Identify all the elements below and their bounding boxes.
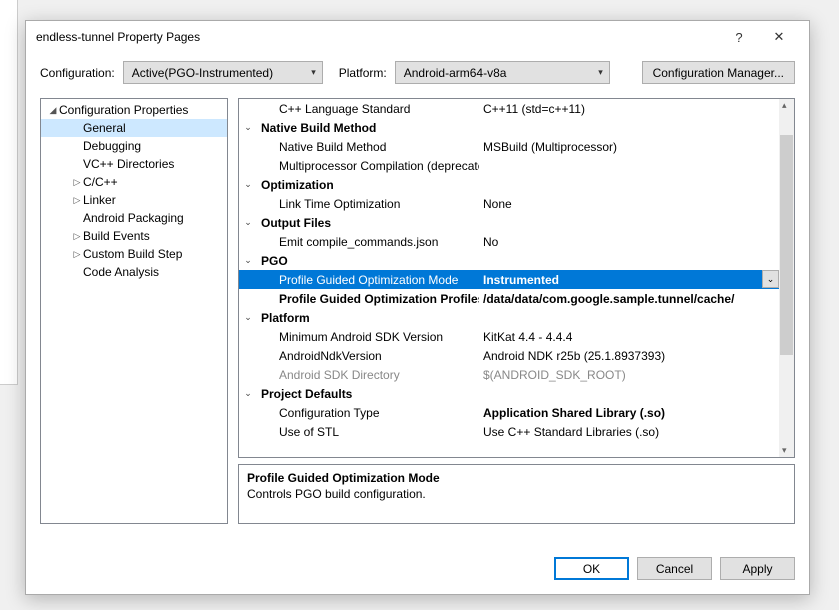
tree-item-debugging[interactable]: ▷Debugging <box>41 137 227 155</box>
description-text: Controls PGO build configuration. <box>247 487 786 501</box>
configuration-manager-button[interactable]: Configuration Manager... <box>642 61 795 84</box>
property-name: Profile Guided Optimization Profiles <box>257 292 479 306</box>
expand-icon[interactable]: ⌄ <box>239 255 257 266</box>
property-name: Platform <box>257 311 479 325</box>
description-title: Profile Guided Optimization Mode <box>247 471 786 485</box>
description-panel: Profile Guided Optimization Mode Control… <box>238 464 795 524</box>
property-row[interactable]: Configuration TypeApplication Shared Lib… <box>239 403 779 422</box>
apply-button[interactable]: Apply <box>720 557 795 580</box>
property-value: Instrumented <box>479 273 779 287</box>
window-title: endless-tunnel Property Pages <box>36 30 719 44</box>
property-name: Multiprocessor Compilation (deprecated) <box>257 159 479 173</box>
nav-tree[interactable]: ◢ Configuration Properties ▷General ▷Deb… <box>40 98 228 524</box>
property-name: Android SDK Directory <box>257 368 479 382</box>
property-grid-wrap: C++ Language StandardC++11 (std=c++11)⌄N… <box>238 98 795 524</box>
property-value: Application Shared Library (.so) <box>479 406 779 420</box>
main-area: ◢ Configuration Properties ▷General ▷Deb… <box>26 98 809 524</box>
vertical-scrollbar[interactable] <box>779 99 794 457</box>
property-name: Emit compile_commands.json <box>257 235 479 249</box>
property-name: Profile Guided Optimization Mode <box>257 273 479 287</box>
property-row[interactable]: Native Build MethodMSBuild (Multiprocess… <box>239 137 779 156</box>
close-button[interactable]: ✕ <box>759 29 799 45</box>
expand-icon[interactable]: ▷ <box>71 231 83 242</box>
tree-root[interactable]: ◢ Configuration Properties <box>41 101 227 119</box>
property-name: Project Defaults <box>257 387 479 401</box>
property-name: Optimization <box>257 178 479 192</box>
expand-icon[interactable]: ▷ <box>71 249 83 260</box>
property-row[interactable]: Minimum Android SDK VersionKitKat 4.4 - … <box>239 327 779 346</box>
property-value: Android NDK r25b (25.1.8937393) <box>479 349 779 363</box>
config-toolbar: Configuration: Active(PGO-Instrumented) … <box>26 53 809 98</box>
property-row[interactable]: Link Time OptimizationNone <box>239 194 779 213</box>
tree-item-general[interactable]: ▷General <box>41 119 227 137</box>
configuration-combo[interactable]: Active(PGO-Instrumented) ▾ <box>123 61 323 84</box>
property-value: C++11 (std=c++11) <box>479 102 779 116</box>
platform-combo[interactable]: Android-arm64-v8a ▾ <box>395 61 610 84</box>
tree-item-linker[interactable]: ▷Linker <box>41 191 227 209</box>
chevron-down-icon: ▾ <box>311 67 316 78</box>
property-name: Use of STL <box>257 425 479 439</box>
expand-icon[interactable]: ⌄ <box>239 122 257 133</box>
property-row[interactable]: C++ Language StandardC++11 (std=c++11) <box>239 99 779 118</box>
property-value: /data/data/com.google.sample.tunnel/cach… <box>479 292 779 306</box>
property-name: Output Files <box>257 216 479 230</box>
background-panel <box>0 0 18 385</box>
property-grid[interactable]: C++ Language StandardC++11 (std=c++11)⌄N… <box>238 98 795 458</box>
property-group[interactable]: ⌄Project Defaults <box>239 384 779 403</box>
ok-button[interactable]: OK <box>554 557 629 580</box>
platform-value: Android-arm64-v8a <box>404 66 507 80</box>
property-value: KitKat 4.4 - 4.4.4 <box>479 330 779 344</box>
property-name: Link Time Optimization <box>257 197 479 211</box>
property-value: Use C++ Standard Libraries (.so) <box>479 425 779 439</box>
dropdown-button[interactable]: ⌄ <box>762 270 779 288</box>
tree-root-label: Configuration Properties <box>59 103 188 117</box>
tree-item-vcpp-directories[interactable]: ▷VC++ Directories <box>41 155 227 173</box>
property-name: Native Build Method <box>257 121 479 135</box>
property-row[interactable]: Profile Guided Optimization ModeInstrume… <box>239 270 779 289</box>
dialog-buttons: OK Cancel Apply <box>554 557 795 580</box>
property-row[interactable]: Profile Guided Optimization Profiles/dat… <box>239 289 779 308</box>
platform-label: Platform: <box>339 66 387 80</box>
property-group[interactable]: ⌄Platform <box>239 308 779 327</box>
property-pages-dialog: endless-tunnel Property Pages ? ✕ Config… <box>25 20 810 595</box>
property-row[interactable]: Multiprocessor Compilation (deprecated) <box>239 156 779 175</box>
tree-item-code-analysis[interactable]: ▷Code Analysis <box>41 263 227 281</box>
property-group[interactable]: ⌄Native Build Method <box>239 118 779 137</box>
titlebar: endless-tunnel Property Pages ? ✕ <box>26 21 809 53</box>
collapse-icon[interactable]: ◢ <box>47 105 59 116</box>
chevron-down-icon: ▾ <box>598 67 603 78</box>
property-name: Native Build Method <box>257 140 479 154</box>
expand-icon[interactable]: ⌄ <box>239 179 257 190</box>
property-row[interactable]: Emit compile_commands.jsonNo <box>239 232 779 251</box>
property-name: C++ Language Standard <box>257 102 479 116</box>
property-value: $(ANDROID_SDK_ROOT) <box>479 368 779 382</box>
expand-icon[interactable]: ⌄ <box>239 312 257 323</box>
expand-icon[interactable]: ⌄ <box>239 217 257 228</box>
tree-item-custom-build-step[interactable]: ▷Custom Build Step <box>41 245 227 263</box>
property-value: MSBuild (Multiprocessor) <box>479 140 779 154</box>
tree-item-android-packaging[interactable]: ▷Android Packaging <box>41 209 227 227</box>
property-group[interactable]: ⌄PGO <box>239 251 779 270</box>
expand-icon[interactable]: ⌄ <box>239 388 257 399</box>
expand-icon[interactable]: ▷ <box>71 195 83 206</box>
property-group[interactable]: ⌄Output Files <box>239 213 779 232</box>
tree-item-ccpp[interactable]: ▷C/C++ <box>41 173 227 191</box>
configuration-label: Configuration: <box>40 66 115 80</box>
help-button[interactable]: ? <box>719 30 759 45</box>
expand-icon[interactable]: ▷ <box>71 177 83 188</box>
property-name: PGO <box>257 254 479 268</box>
property-name: Configuration Type <box>257 406 479 420</box>
property-row[interactable]: Use of STLUse C++ Standard Libraries (.s… <box>239 422 779 441</box>
tree-item-build-events[interactable]: ▷Build Events <box>41 227 227 245</box>
property-row[interactable]: AndroidNdkVersionAndroid NDK r25b (25.1.… <box>239 346 779 365</box>
property-row[interactable]: Android SDK Directory$(ANDROID_SDK_ROOT) <box>239 365 779 384</box>
property-name: Minimum Android SDK Version <box>257 330 479 344</box>
scrollbar-thumb[interactable] <box>780 135 793 355</box>
property-value: None <box>479 197 779 211</box>
property-name: AndroidNdkVersion <box>257 349 479 363</box>
property-value: No <box>479 235 779 249</box>
cancel-button[interactable]: Cancel <box>637 557 712 580</box>
configuration-value: Active(PGO-Instrumented) <box>132 66 273 80</box>
property-group[interactable]: ⌄Optimization <box>239 175 779 194</box>
